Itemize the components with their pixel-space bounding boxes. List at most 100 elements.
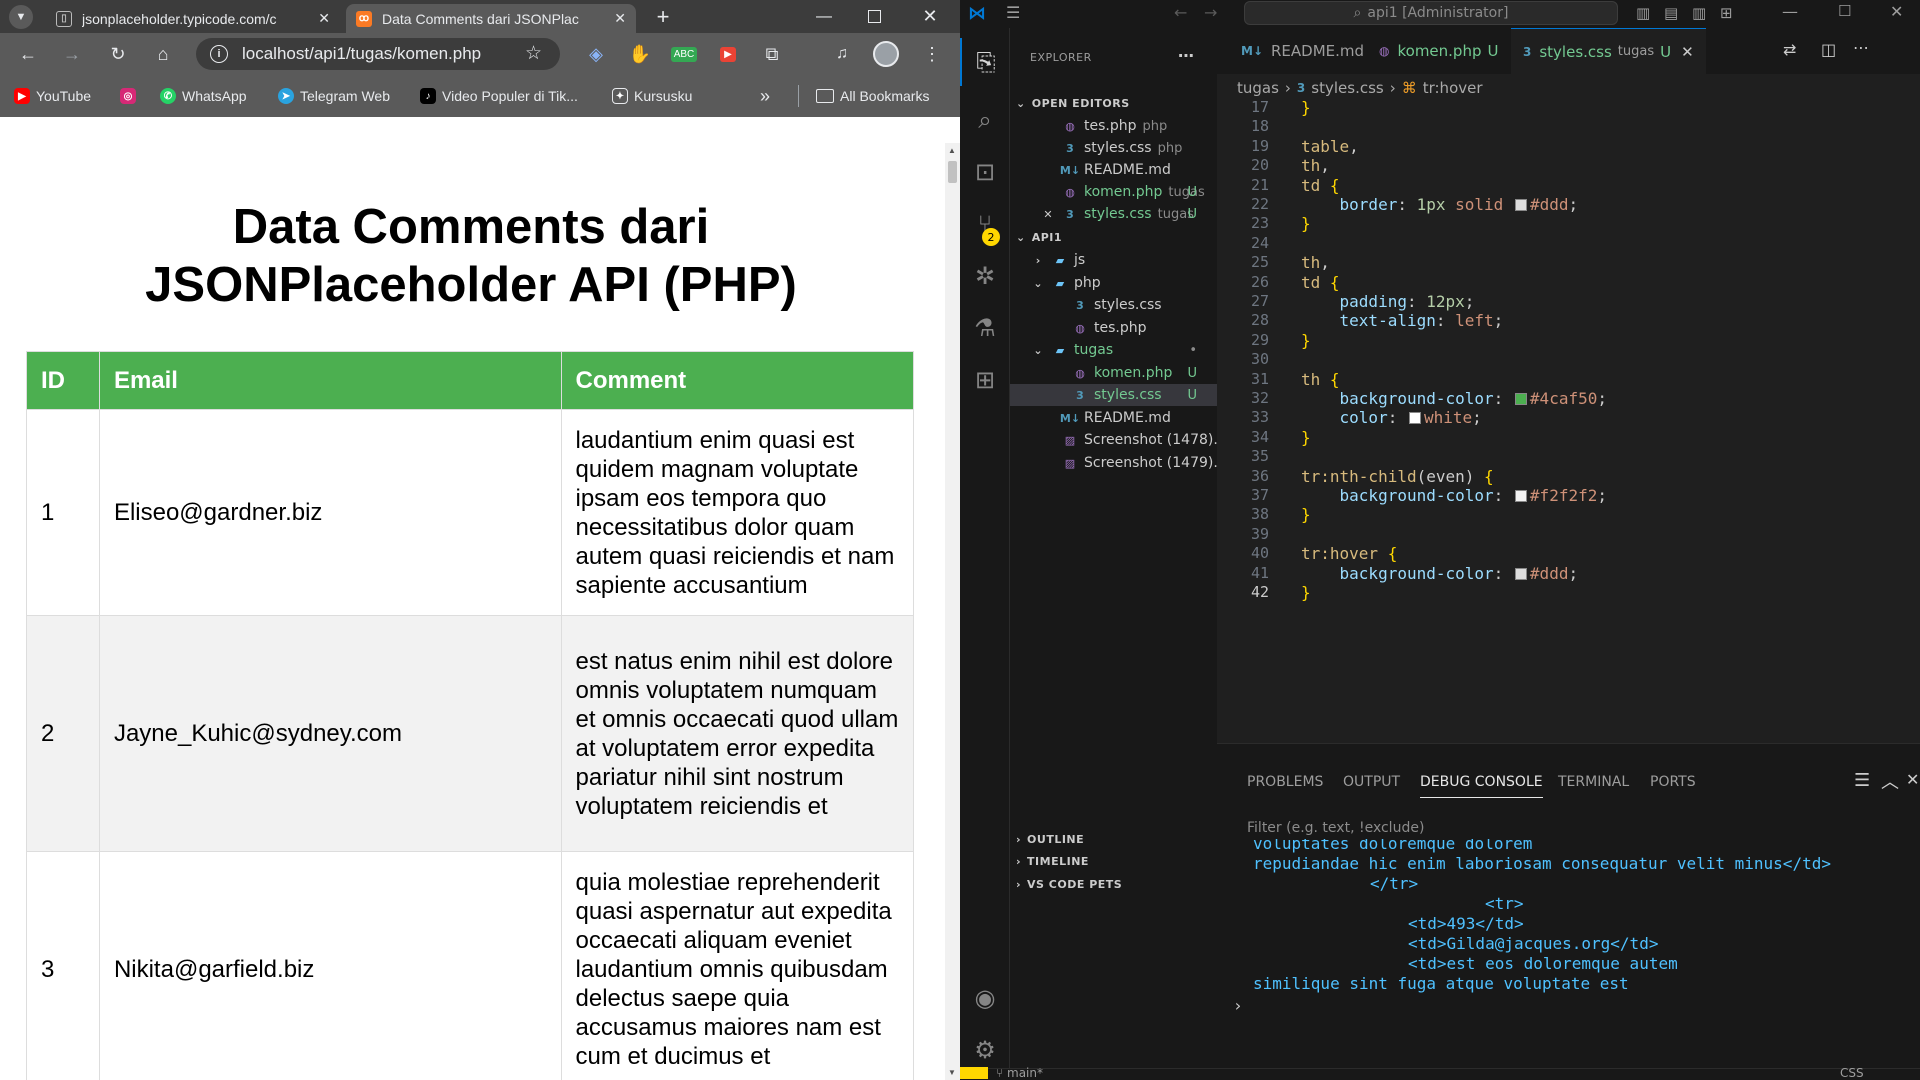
code-line[interactable]: td {: [1301, 273, 1340, 292]
customize-layout-icon[interactable]: ⊞: [1720, 4, 1733, 22]
maximize-button[interactable]: ☐: [1838, 2, 1851, 20]
tree-folder-php[interactable]: ⌄ ▰ php: [1010, 272, 1217, 294]
open-editor-item[interactable]: ◍ tes.php php: [1010, 115, 1217, 137]
tab-jsonplaceholder[interactable]: ▯ jsonplaceholder.typicode.com/c ✕: [46, 4, 340, 33]
code-line[interactable]: padding: 12px;: [1301, 292, 1475, 311]
menu-kebab-icon[interactable]: ⋮: [918, 33, 946, 75]
tab-terminal[interactable]: TERMINAL: [1558, 774, 1629, 798]
media-control-icon[interactable]: ♫: [828, 33, 856, 75]
scroll-up-icon[interactable]: ▲: [948, 146, 956, 155]
project-section[interactable]: ⌄ API1: [1016, 226, 1062, 248]
outline-section[interactable]: › OUTLINE: [1016, 828, 1084, 850]
tab-problems[interactable]: PROBLEMS: [1247, 774, 1323, 798]
page-scrollbar[interactable]: ▲ ▼: [945, 143, 960, 1080]
code-line[interactable]: }: [1301, 505, 1311, 524]
more-actions-icon[interactable]: ⋯: [1178, 44, 1195, 66]
close-panel-icon[interactable]: ✕: [1906, 770, 1919, 789]
accounts-icon[interactable]: ◉: [960, 974, 1010, 1022]
back-button[interactable]: ←: [14, 33, 42, 75]
code-line[interactable]: background-color: #4caf50;: [1301, 389, 1607, 408]
open-editor-item[interactable]: M↓ README.md: [1010, 159, 1217, 181]
avatar[interactable]: [872, 33, 900, 75]
tree-file[interactable]: ◍ komen.php U: [1010, 362, 1217, 384]
extension-adblock-icon[interactable]: ✋: [626, 33, 654, 75]
bookmark-youtube[interactable]: ▶ YouTube: [14, 75, 91, 117]
open-editor-item[interactable]: ✕ 3 styles.css tugas U: [1010, 203, 1217, 225]
editor-tab-komen[interactable]: ◍ komen.php U: [1367, 28, 1510, 74]
toggle-sidebar-icon[interactable]: ▥: [1636, 4, 1650, 22]
new-tab-button[interactable]: +: [650, 0, 676, 33]
run-debug-icon[interactable]: ✲: [960, 252, 1010, 300]
search-icon[interactable]: ⌕: [960, 96, 1010, 144]
code-line[interactable]: }: [1301, 583, 1311, 602]
open-changes-icon[interactable]: ⇄: [1783, 40, 1796, 59]
code-view[interactable]: 17} 18 19 table, 20 th, 21 td {22 border: 1px s…: [1217, 100, 1920, 743]
home-button[interactable]: ⌂: [149, 33, 177, 75]
pets-section[interactable]: › VS CODE PETS: [1016, 873, 1122, 895]
nav-back-icon[interactable]: ←: [1174, 3, 1187, 22]
close-icon[interactable]: ✕: [614, 10, 626, 27]
menu-icon[interactable]: ☰: [1006, 3, 1020, 22]
code-line[interactable]: td {: [1301, 176, 1340, 195]
scroll-thumb[interactable]: [948, 161, 957, 183]
code-line[interactable]: tr:nth-child(even) {: [1301, 467, 1494, 486]
code-line[interactable]: th,: [1301, 156, 1330, 175]
extensions-icon[interactable]: ⊞: [960, 356, 1010, 404]
color-swatch[interactable]: [1408, 412, 1421, 425]
code-line[interactable]: border: 1px solid #ddd;: [1301, 195, 1579, 214]
all-bookmarks-button[interactable]: All Bookmarks: [816, 75, 929, 117]
console-filter-input[interactable]: Filter (e.g. text, !exclude): [1247, 820, 1424, 836]
maximize-panel-icon[interactable]: ︿: [1881, 768, 1899, 794]
color-swatch[interactable]: [1514, 490, 1527, 502]
explorer-files-icon[interactable]: ⎘: [960, 38, 1010, 86]
code-line[interactable]: }: [1301, 100, 1311, 117]
color-swatch[interactable]: [1514, 567, 1527, 580]
code-line[interactable]: background-color: #f2f2f2;: [1301, 486, 1607, 505]
tab-ports[interactable]: PORTS: [1650, 774, 1696, 798]
remote-explorer-icon[interactable]: ⊡: [960, 148, 1010, 196]
toggle-secondary-sidebar-icon[interactable]: ▥: [1692, 4, 1706, 22]
site-info-icon[interactable]: i: [210, 45, 228, 63]
bookmark-instagram[interactable]: ◎: [120, 75, 142, 117]
tree-folder-tugas[interactable]: ⌄ ▰ tugas •: [1010, 339, 1217, 361]
tab-output[interactable]: OUTPUT: [1343, 774, 1400, 798]
source-control-icon[interactable]: ⑂ 2: [960, 200, 1010, 248]
bookmark-kursusku[interactable]: ✦ Kursusku: [612, 75, 692, 117]
filter-lines-icon[interactable]: ☰: [1854, 770, 1870, 791]
bookmark-telegram[interactable]: ➤ Telegram Web: [278, 75, 390, 117]
scroll-down-icon[interactable]: ▼: [948, 1068, 956, 1077]
close-icon[interactable]: ✕: [318, 10, 330, 27]
split-editor-icon[interactable]: ◫: [1821, 40, 1836, 59]
tree-file[interactable]: 3 styles.css: [1010, 294, 1217, 316]
breadcrumb-file[interactable]: styles.css: [1311, 79, 1383, 97]
open-editor-item[interactable]: 3 styles.css php: [1010, 137, 1217, 159]
code-line[interactable]: th,: [1301, 253, 1330, 272]
close-window-button[interactable]: ✕: [1890, 2, 1903, 21]
language-mode[interactable]: CSS: [1840, 1066, 1864, 1080]
tree-folder-js[interactable]: › ▰ js: [1010, 249, 1217, 271]
reload-button[interactable]: ↻: [104, 33, 132, 75]
code-line[interactable]: table,: [1301, 137, 1359, 156]
extension-vpn-icon[interactable]: ◈: [582, 33, 610, 75]
code-line[interactable]: text-align: left;: [1301, 311, 1504, 330]
branch-indicator[interactable]: ⑂ main*: [996, 1066, 1043, 1080]
tab-data-comments[interactable]: ꝏ Data Comments dari JSONPlac ✕: [346, 4, 636, 33]
toggle-panel-icon[interactable]: ▤: [1664, 4, 1678, 22]
bookmark-tiktok[interactable]: ♪ Video Populer di Tik...: [420, 75, 578, 117]
code-line[interactable]: tr:hover {: [1301, 544, 1397, 563]
color-swatch[interactable]: [1514, 393, 1527, 405]
code-line[interactable]: }: [1301, 214, 1311, 233]
code-line[interactable]: }: [1301, 428, 1311, 447]
bookmark-star-icon[interactable]: ☆: [525, 42, 542, 65]
minimize-button[interactable]: —: [804, 0, 844, 33]
code-line[interactable]: color: white;: [1301, 408, 1482, 427]
color-swatch[interactable]: [1514, 199, 1527, 211]
url-text[interactable]: localhost/api1/tugas/komen.php: [242, 44, 481, 64]
testing-flask-icon[interactable]: ⚗: [960, 304, 1010, 352]
close-icon[interactable]: ✕: [1681, 43, 1694, 61]
command-center[interactable]: ⌕ api1 [Administrator]: [1244, 1, 1618, 25]
tree-file[interactable]: ◍ tes.php: [1010, 317, 1217, 339]
tree-file[interactable]: ▨ Screenshot (1478).png: [1010, 429, 1245, 451]
code-line[interactable]: th {: [1301, 370, 1340, 389]
maximize-button[interactable]: [854, 0, 894, 33]
